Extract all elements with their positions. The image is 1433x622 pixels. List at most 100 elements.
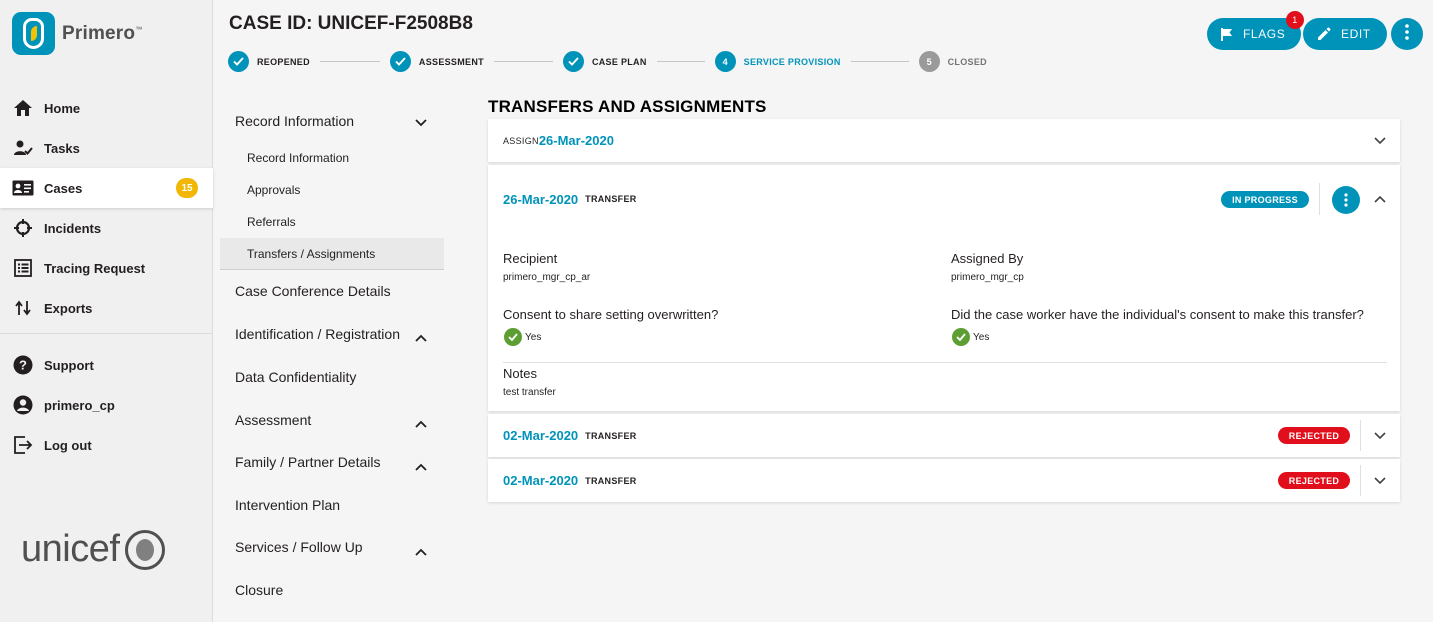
workflow-step-closed: 5 CLOSED: [918, 51, 987, 72]
nav-item-tracing-request[interactable]: Tracing Request: [0, 248, 213, 288]
workflow-connector: [850, 61, 909, 62]
account-icon: [12, 394, 34, 416]
assignment-row[interactable]: ASSIGN 26-Mar-2020: [488, 119, 1400, 162]
transition-type: TRANSFER: [585, 430, 637, 441]
nav-item-support[interactable]: ? Support: [0, 345, 213, 385]
transfer-row[interactable]: 02-Mar-2020 TRANSFER REJECTED: [488, 459, 1400, 502]
check-icon: [389, 51, 411, 72]
recipient-label: Recipient: [503, 251, 558, 266]
form-group-record-information[interactable]: Record Information: [220, 100, 444, 142]
check-icon: [562, 51, 584, 72]
transition-date: 02-Mar-2020: [503, 428, 579, 443]
flags-button-label: FLAGS: [1243, 27, 1286, 41]
status-badge: REJECTED: [1278, 427, 1350, 444]
primero-logo[interactable]: Primero™: [12, 12, 142, 55]
workflow-step-label: CLOSED: [947, 56, 987, 67]
transition-date: 02-Mar-2020: [503, 473, 579, 488]
chevron-down-icon: [415, 114, 427, 130]
transition-date: 26-Mar-2020: [503, 191, 579, 207]
form-group-label: Closure: [235, 581, 284, 598]
form-group-label: Identification / Registration: [235, 326, 400, 342]
workflow-connector: [493, 61, 553, 62]
chevron-up-icon: [415, 415, 427, 431]
chevron-down-icon[interactable]: [1372, 473, 1388, 489]
form-group-identification[interactable]: Identification / Registration: [220, 312, 444, 356]
nav-item-label: Cases: [44, 180, 83, 196]
workflow-step-service-provision: 4 SERVICE PROVISION: [714, 51, 841, 72]
tasks-icon: [12, 137, 34, 159]
more-vert-icon: [1405, 23, 1409, 45]
form-group-assessment[interactable]: Assessment: [220, 398, 444, 441]
edit-button-label: EDIT: [1341, 27, 1371, 41]
form-group-closure[interactable]: Closure: [220, 568, 444, 611]
form-group-data-confidentiality[interactable]: Data Confidentiality: [220, 356, 444, 398]
workflow-step-label: ASSESSMENT: [418, 56, 484, 67]
section-title: TRANSFERS AND ASSIGNMENTS: [488, 97, 767, 116]
chevron-up-icon: [415, 458, 427, 474]
workflow-stepper: REOPENED ASSESSMENT CASE PLAN 4 SERVICE …: [228, 51, 987, 72]
partner-logo-text: unicef: [21, 528, 120, 570]
edit-button[interactable]: EDIT: [1303, 18, 1387, 50]
check-circle-icon: [504, 328, 522, 346]
nav-item-label: Tracing Request: [44, 260, 146, 276]
form-group-label: Assessment: [235, 411, 312, 428]
transfer-header[interactable]: 26-Mar-2020 TRANSFER IN PROGRESS: [488, 165, 1400, 233]
form-group-services-follow-up[interactable]: Services / Follow Up: [220, 526, 444, 568]
nav-item-home[interactable]: Home: [0, 88, 213, 128]
home-icon: [12, 97, 34, 119]
transfer-row[interactable]: 02-Mar-2020 TRANSFER REJECTED: [488, 414, 1400, 457]
incidents-icon: [12, 217, 34, 239]
workflow-step-number: 5: [918, 51, 940, 72]
nav-item-logout[interactable]: Log out: [0, 425, 213, 465]
trademark: ™: [135, 26, 143, 34]
status-badge: REJECTED: [1278, 472, 1350, 489]
svg-text:?: ?: [19, 358, 27, 373]
divider: [1360, 420, 1361, 451]
flag-icon: [1221, 27, 1233, 41]
form-group-label: Case Conference Details: [235, 283, 391, 299]
transition-date: 26-Mar-2020: [538, 133, 614, 148]
assigned-by-value: primero_mgr_cp: [951, 272, 1024, 283]
form-group-case-conference[interactable]: Case Conference Details: [220, 270, 444, 312]
consent-individual-label: Did the case worker have the individual'…: [951, 307, 1364, 322]
workflow-step-label: SERVICE PROVISION: [743, 56, 841, 67]
form-group-intervention-plan[interactable]: Intervention Plan: [220, 483, 444, 526]
more-actions-button[interactable]: [1391, 18, 1423, 50]
transition-type: TRANSFER: [585, 475, 637, 486]
chevron-down-icon[interactable]: [1372, 428, 1388, 444]
check-icon: [228, 51, 249, 72]
workflow-connector: [319, 61, 380, 62]
exports-icon: [12, 297, 34, 319]
tracing-request-icon: [12, 257, 34, 279]
divider: [1319, 183, 1320, 215]
chevron-up-icon[interactable]: [1372, 191, 1388, 207]
flags-button[interactable]: FLAGS 1: [1207, 11, 1304, 50]
nav-item-label: Home: [44, 100, 81, 116]
transfer-details-panel: 26-Mar-2020 TRANSFER IN PROGRESS Recipie…: [488, 165, 1400, 411]
nav-menu: Home Tasks Cases 15 Incidents Tracing Re…: [0, 88, 213, 465]
transfer-actions-button[interactable]: [1332, 186, 1360, 214]
chevron-down-icon[interactable]: [1372, 133, 1388, 149]
nav-item-label: Support: [44, 357, 94, 373]
status-badge: IN PROGRESS: [1221, 191, 1309, 208]
form-item-transfers-assignments[interactable]: Transfers / Assignments: [220, 238, 444, 270]
nav-item-tasks[interactable]: Tasks: [0, 128, 213, 168]
nav-item-account[interactable]: primero_cp: [0, 385, 213, 425]
consent-override-text: Yes: [525, 331, 542, 343]
form-item-referrals[interactable]: Referrals: [220, 206, 444, 238]
nav-item-cases[interactable]: Cases 15: [0, 168, 213, 208]
consent-override-label: Consent to share setting overwritten?: [503, 307, 719, 322]
app-root: Primero™ Home Tasks Cases 15 Incidents T…: [0, 0, 1433, 622]
form-item-approvals[interactable]: Approvals: [220, 174, 444, 206]
page-title: CASE ID: UNICEF-F2508B8: [229, 13, 473, 34]
form-group-label: Services / Follow Up: [235, 539, 363, 555]
main-nav: Primero™ Home Tasks Cases 15 Incidents T…: [0, 0, 213, 622]
divider: [1360, 465, 1361, 496]
pencil-icon: [1317, 27, 1331, 41]
form-group-family-partner[interactable]: Family / Partner Details: [220, 441, 444, 483]
form-item-record-information[interactable]: Record Information: [220, 142, 444, 174]
nav-item-incidents[interactable]: Incidents: [0, 208, 213, 248]
nav-item-exports[interactable]: Exports: [0, 288, 213, 328]
divider: [503, 362, 1387, 363]
cases-icon: [12, 177, 34, 199]
